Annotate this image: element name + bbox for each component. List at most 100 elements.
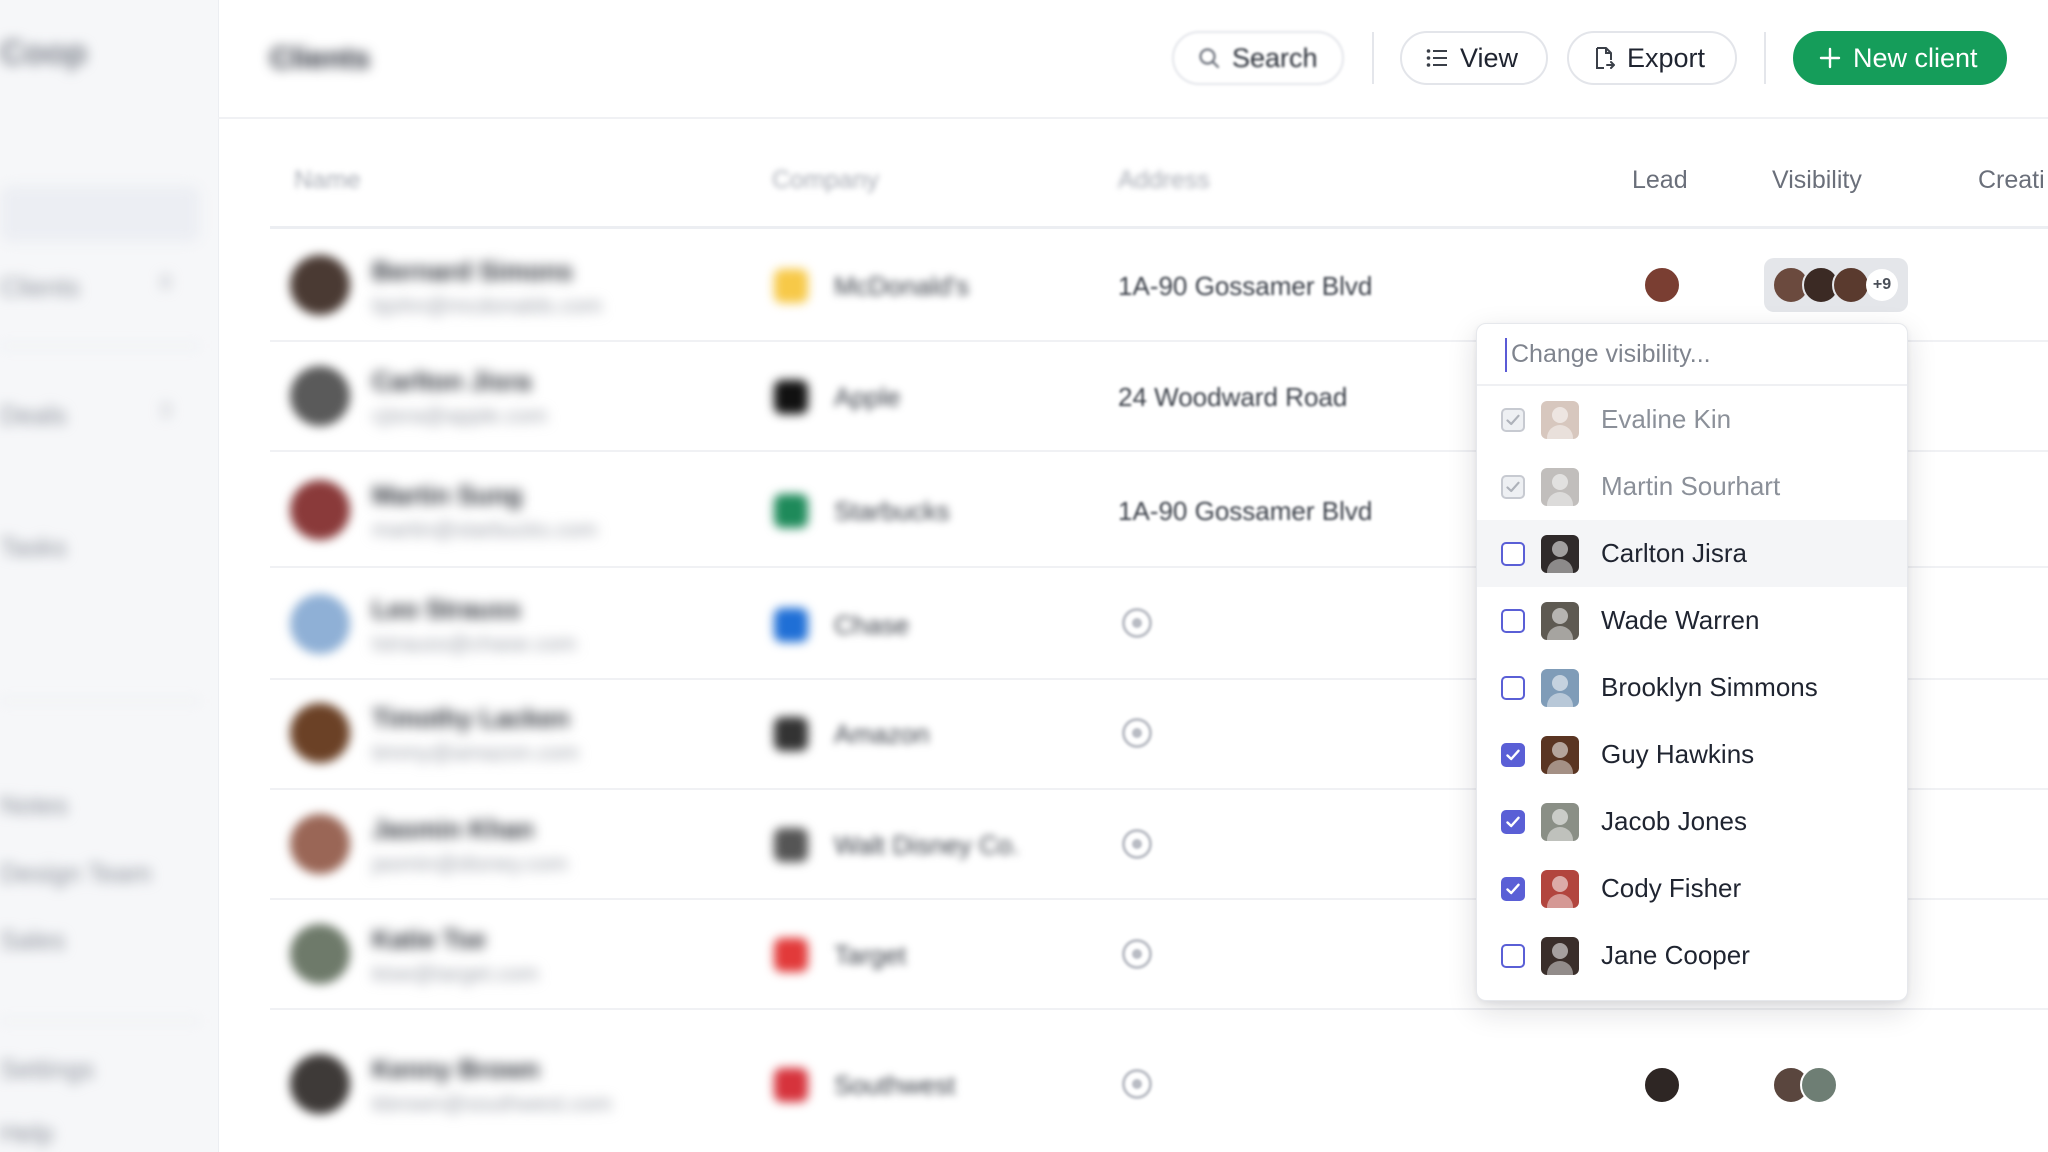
- option-avatar: [1541, 735, 1579, 774]
- visibility-option-brooklyn-simmons[interactable]: Brooklyn Simmons: [1477, 654, 1907, 721]
- client-name[interactable]: Bernard Simons: [372, 256, 573, 287]
- visibility-avatar[interactable]: [1800, 1066, 1838, 1104]
- option-checkbox[interactable]: [1501, 943, 1525, 968]
- column-header-lead[interactable]: Lead: [1632, 166, 1688, 195]
- visibility-more-count: +9: [1866, 269, 1898, 301]
- sidebar-item-label: Design Team: [0, 858, 152, 888]
- client-avatar: [290, 255, 350, 315]
- option-checkbox[interactable]: [1501, 876, 1525, 901]
- company-logo: [774, 1068, 808, 1102]
- sidebar-item-sales[interactable]: Sales: [0, 925, 65, 955]
- option-checkbox[interactable]: [1501, 742, 1525, 767]
- location-pin-icon[interactable]: [1122, 1069, 1152, 1099]
- visibility-option-jacob-jones[interactable]: Jacob Jones: [1477, 788, 1907, 855]
- column-header-company[interactable]: Company: [772, 166, 879, 195]
- client-address: 24 Woodward Road: [1118, 382, 1348, 412]
- visibility-option-evaline-kin: Evaline Kin: [1477, 386, 1907, 453]
- column-header-name[interactable]: Name: [294, 166, 361, 195]
- visibility-option-guy-hawkins[interactable]: Guy Hawkins: [1477, 721, 1907, 788]
- change-visibility-input[interactable]: [1477, 324, 1907, 386]
- client-name[interactable]: Kenny Brown: [372, 1054, 540, 1085]
- client-email: bjohn@mcdonalds.com: [372, 293, 603, 318]
- plus-icon: [1819, 47, 1841, 69]
- client-email: cjisra@apple.com: [372, 403, 548, 428]
- client-name[interactable]: Carlton Jisra: [372, 366, 531, 397]
- option-checkbox[interactable]: [1501, 541, 1525, 566]
- visibility-option-wade-warren[interactable]: Wade Warren: [1477, 587, 1907, 654]
- option-checkbox[interactable]: [1501, 608, 1525, 633]
- company-name: Starbucks: [834, 496, 950, 526]
- header-divider: [1764, 32, 1766, 84]
- sidebar-item-count: 8: [160, 272, 172, 294]
- client-avatar: [290, 1054, 350, 1114]
- sidebar-item-deals[interactable]: Deals: [0, 400, 66, 430]
- client-name[interactable]: Leo Strauss: [372, 594, 521, 625]
- search-button[interactable]: Search: [1172, 31, 1344, 85]
- client-name[interactable]: Jasmin Khan: [372, 814, 534, 845]
- company-name: McDonald's: [834, 271, 970, 301]
- sidebar-item-help[interactable]: Help: [0, 1118, 53, 1148]
- visibility-option-carlton-jisra[interactable]: Carlton Jisra: [1477, 520, 1907, 587]
- sidebar-item-label: Help: [0, 1118, 54, 1148]
- client-email: jasmin@disney.com: [372, 851, 568, 876]
- sidebar-item-notes[interactable]: Notes: [0, 790, 68, 820]
- lead-avatar[interactable]: [1643, 1066, 1681, 1104]
- option-checkbox[interactable]: [1501, 809, 1525, 834]
- sidebar-item-label: Notes: [0, 790, 68, 820]
- company-logo: [774, 269, 808, 303]
- column-header-visibility[interactable]: Visibility: [1772, 166, 1862, 195]
- option-avatar: [1541, 802, 1579, 841]
- company-logo: [774, 380, 808, 414]
- option-label: Cody Fisher: [1601, 873, 1742, 903]
- option-avatar: [1541, 936, 1579, 975]
- header-divider: [218, 117, 2048, 119]
- option-avatar: [1541, 534, 1579, 573]
- visibility-option-jane-cooper[interactable]: Jane Cooper: [1477, 922, 1907, 989]
- client-name[interactable]: Katie Tse: [372, 924, 486, 955]
- sidebar-item-settings[interactable]: Settings: [0, 1054, 94, 1084]
- company-name: Walt Disney Co.: [834, 830, 1020, 860]
- sidebar-item-label: Sales: [0, 925, 66, 955]
- client-email: ktse@target.com: [372, 961, 539, 986]
- check-icon: [1506, 481, 1520, 492]
- export-button[interactable]: Export: [1567, 31, 1737, 85]
- option-avatar: [1541, 668, 1579, 707]
- option-label: Guy Hawkins: [1601, 739, 1755, 769]
- sidebar-item-design-team[interactable]: Design Team: [0, 858, 151, 888]
- sidebar-item-label: Settings: [0, 1054, 94, 1084]
- sidebar-active-highlight: [0, 186, 200, 242]
- client-address: 1A-90 Gossamer Blvd: [1118, 271, 1373, 301]
- column-header-address[interactable]: Address: [1118, 166, 1210, 195]
- location-pin-icon[interactable]: [1122, 829, 1152, 859]
- client-name[interactable]: Timothy Lacken: [372, 703, 569, 734]
- option-avatar: [1541, 400, 1579, 439]
- option-avatar: [1541, 601, 1579, 640]
- option-checkbox[interactable]: [1501, 675, 1525, 700]
- location-pin-icon[interactable]: [1122, 939, 1152, 969]
- view-button[interactable]: View: [1400, 31, 1548, 85]
- export-icon: [1596, 47, 1615, 69]
- option-label: Evaline Kin: [1601, 404, 1732, 434]
- check-icon: [1506, 816, 1520, 827]
- search-button-label: Search: [1232, 42, 1318, 73]
- client-avatar: [290, 480, 350, 540]
- location-pin-icon[interactable]: [1122, 718, 1152, 748]
- check-icon: [1506, 414, 1520, 425]
- visibility-option-martin-sourhart: Martin Sourhart: [1477, 453, 1907, 520]
- visibility-chip[interactable]: +9: [1764, 258, 1908, 312]
- new-client-button[interactable]: New client: [1793, 31, 2007, 85]
- sidebar-divider: [0, 700, 200, 702]
- sidebar-item-tasks[interactable]: Tasks: [0, 532, 66, 562]
- sidebar-item-label: Tasks: [0, 532, 67, 562]
- client-name[interactable]: Martin Sung: [372, 480, 522, 511]
- column-header-created[interactable]: Creati: [1978, 166, 2045, 195]
- location-pin-icon[interactable]: [1122, 608, 1152, 638]
- visibility-option-cody-fisher[interactable]: Cody Fisher: [1477, 855, 1907, 922]
- client-avatar: [290, 924, 350, 984]
- client-avatar: [290, 703, 350, 763]
- sidebar: Coop Clients 8 Deals 3 Tasks Notes Desig…: [0, 0, 219, 1152]
- sidebar-item-clients[interactable]: Clients: [0, 272, 79, 302]
- option-label: Jane Cooper: [1601, 940, 1750, 970]
- company-logo: [774, 828, 808, 862]
- lead-avatar[interactable]: [1643, 266, 1681, 304]
